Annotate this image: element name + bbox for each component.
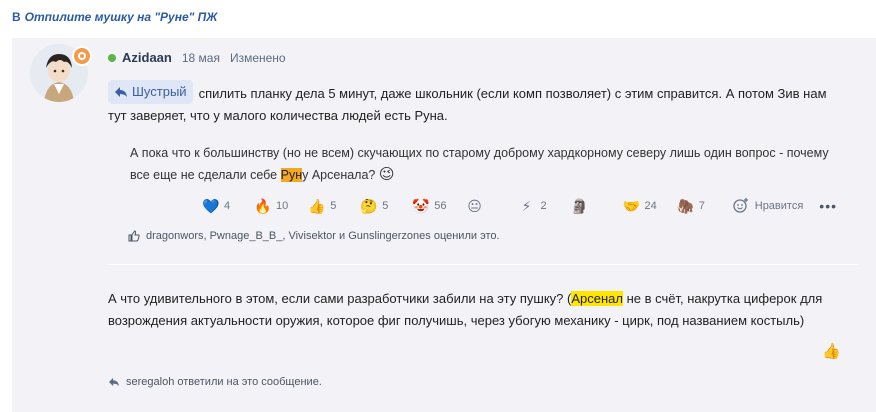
reply-text: А что удивительного в этом, если сами ра… — [108, 288, 848, 332]
online-indicator-icon — [108, 53, 116, 62]
heart-reaction-icon: 💙 — [202, 197, 220, 214]
reaction-count: 2 — [540, 200, 547, 212]
replied-summary[interactable]: seregaloh ответили на это сообщение. — [108, 376, 322, 388]
divider — [108, 264, 858, 265]
edited-label: Изменено — [229, 50, 286, 65]
thumbs-up-reaction-button[interactable]: 👍 — [822, 342, 841, 360]
lightning-reaction-icon: ⚡ — [521, 197, 532, 214]
reply-highlight: Арсенал — [571, 291, 623, 306]
reaction-lightning[interactable]: ⚡ 2 — [519, 198, 551, 215]
reply-arrow-icon — [109, 377, 119, 387]
reaction-count: 10 — [276, 200, 289, 212]
reactions-bar: 💙 4 🔥 10 👍 5 🤔 5 🤡 56 😐 ⚡ 2 🗿 🤝 24 🦣 7 Нравится … — [202, 196, 837, 216]
reaction-fire[interactable]: 🔥 10 — [254, 198, 288, 215]
neutral-face-reaction-icon: 😐 — [467, 197, 482, 214]
thumbs-up-icon: 👍 — [822, 343, 841, 360]
reaction-thumbs-up[interactable]: 👍 5 — [308, 198, 340, 215]
post-header: Azidaan 18 мая Изменено — [108, 50, 286, 65]
mention-name: Шустрый — [132, 84, 187, 99]
user-badge-icon — [72, 46, 92, 66]
reaction-handshake[interactable]: 🤝 24 — [623, 198, 657, 215]
post-text: Шустрый спилить планку дела 5 минут, даж… — [108, 80, 838, 127]
like-label: Нравится — [754, 200, 804, 212]
post-quote: А пока что к большинству (но не всем) ск… — [130, 142, 830, 186]
breadcrumb[interactable]: В Отпилите мушку на "Руне" ПЖ — [12, 10, 217, 24]
reaction-neutral-face[interactable]: 😐 — [467, 198, 499, 215]
moai-reaction-icon: 🗿 — [570, 197, 588, 214]
reaction-count: 24 — [644, 200, 657, 212]
reaction-moai[interactable]: 🗿 — [571, 198, 603, 215]
more-options-icon[interactable]: ••• — [819, 198, 837, 214]
reply-arrow-icon — [115, 87, 127, 97]
topic-link[interactable]: Отпилите мушку на "Руне" ПЖ — [25, 10, 218, 24]
reaction-count: 5 — [382, 200, 389, 212]
add-reaction-icon — [733, 197, 749, 216]
like-button[interactable]: Нравится — [733, 197, 804, 216]
handshake-reaction-icon: 🤝 — [622, 197, 640, 214]
clown-reaction-icon: 🤡 — [412, 197, 430, 214]
fire-reaction-icon: 🔥 — [254, 197, 272, 214]
reaction-clown[interactable]: 🤡 56 — [412, 198, 446, 215]
mammoth-reaction-icon: 🦣 — [676, 197, 695, 214]
likers-summary[interactable]: dragonwors, Pwnage_B_B_, Vivisektor и Gu… — [128, 230, 500, 242]
thinking-reaction-icon: 🤔 — [360, 197, 378, 214]
reaction-mammoth[interactable]: 🦣 7 — [677, 198, 709, 215]
thumbs-up-reaction-icon: 👍 — [308, 197, 326, 214]
breadcrumb-prefix: В — [12, 10, 21, 24]
reply-before: А что удивительного в этом, если сами ра… — [108, 291, 572, 306]
likers-text: dragonwors, Pwnage_B_B_, Vivisektor и Gu… — [146, 230, 500, 242]
mention-chip[interactable]: Шустрый — [108, 80, 193, 104]
like-icon — [128, 230, 140, 242]
reaction-heart[interactable]: 💙 4 — [202, 198, 234, 215]
post-text-line: спилить планку дела 5 минут, даже школьн… — [108, 86, 827, 123]
wink-emoji-icon: 😉 — [378, 166, 395, 183]
reaction-count: 4 — [224, 200, 231, 212]
comment-card: Azidaan 18 мая Изменено Шустрый спилить … — [12, 38, 876, 412]
reaction-count: 7 — [698, 200, 705, 212]
reaction-count: 5 — [330, 200, 337, 212]
post-date[interactable]: 18 мая — [182, 51, 220, 65]
replied-text: seregaloh ответили на это сообщение. — [126, 376, 322, 388]
author-name[interactable]: Azidaan — [122, 50, 172, 65]
quote-after: у Арсенала? — [302, 168, 376, 182]
reaction-thinking[interactable]: 🤔 5 — [360, 198, 392, 215]
quote-highlight: Рун — [280, 168, 303, 182]
quote-before: А пока что к большинству (но не всем) ск… — [130, 146, 829, 182]
reaction-count: 56 — [434, 200, 447, 212]
